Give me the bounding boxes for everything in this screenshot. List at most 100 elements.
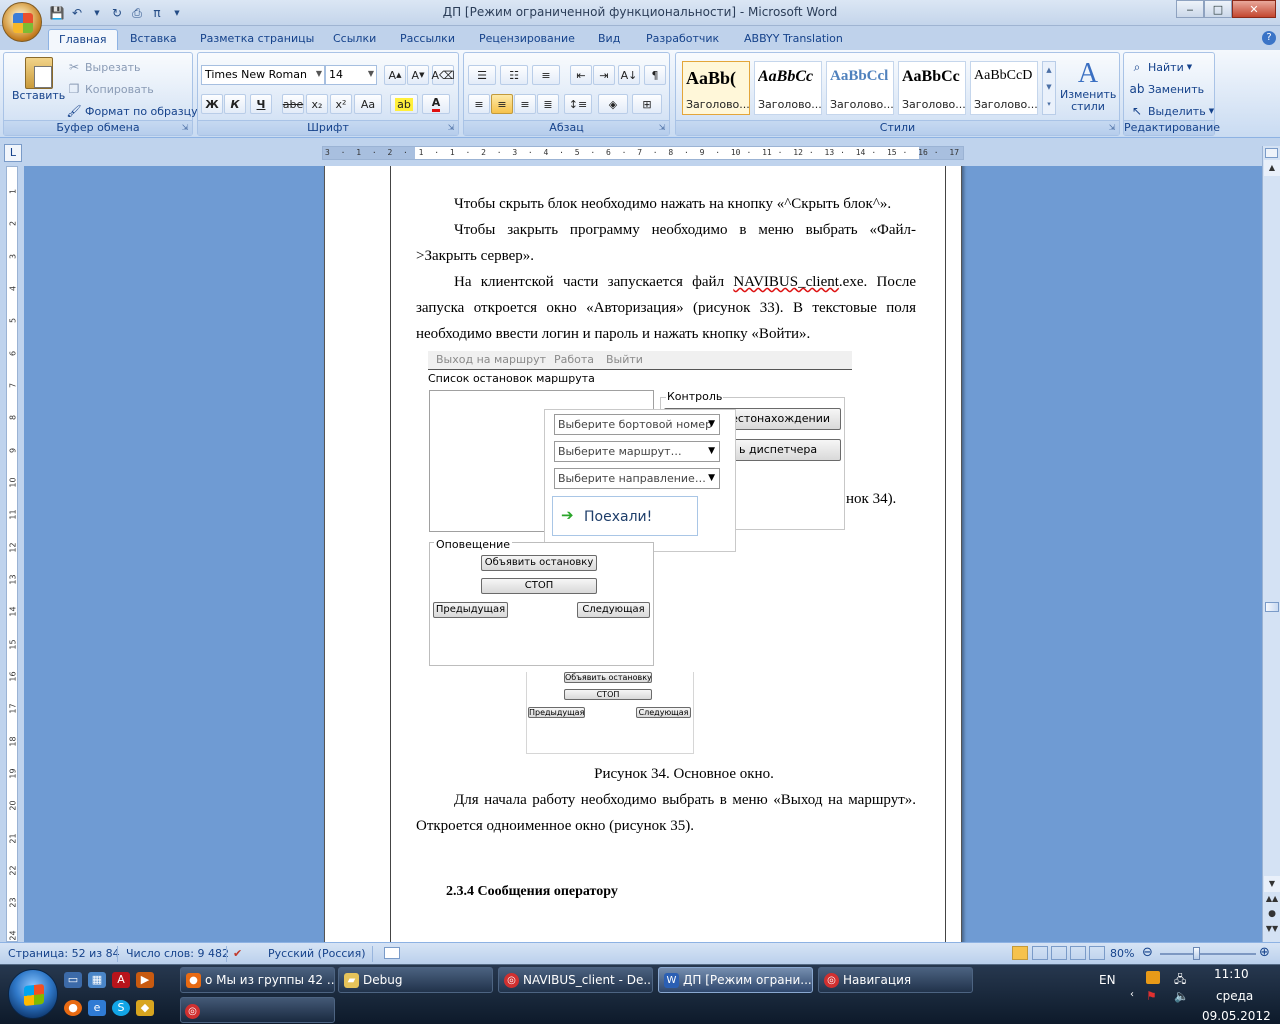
tab-page-layout[interactable]: Разметка страницы [190, 29, 324, 50]
subscript-button[interactable]: x₂ [306, 94, 328, 114]
tab-developer[interactable]: Разработчик [636, 29, 729, 50]
web-layout-icon[interactable] [1051, 946, 1067, 960]
word-count[interactable]: Число слов: 9 482 [126, 947, 229, 960]
vertical-ruler[interactable]: 1 2 3 4 5 6 7 8 9 10 11 12 13 14 15 16 17 18 19 20 21 22 23 24 [0, 166, 24, 942]
tab-view[interactable]: Вид [588, 29, 630, 50]
task-navigation[interactable]: ◎ Навигация [818, 967, 973, 993]
task-word-document[interactable]: W ДП [Режим ограни... [658, 967, 813, 993]
style-heading-5[interactable]: AaBbCcD Заголово... [970, 61, 1038, 115]
shading-button[interactable]: ◈ [598, 94, 628, 114]
style-heading-1[interactable]: AaBb( Заголово... [682, 61, 750, 115]
format-painter-button[interactable]: 🖌 Формат по образцу [66, 103, 197, 119]
tab-references[interactable]: Ссылки [323, 29, 386, 50]
change-case-button[interactable]: Aa [354, 94, 382, 114]
grow-font-button[interactable]: A ▲ [384, 65, 406, 85]
align-left-button[interactable]: ≡ [468, 94, 490, 114]
proofing-icon[interactable]: ✔ [233, 947, 242, 960]
skype-icon[interactable]: S [112, 1000, 130, 1016]
clock-day[interactable]: среда [1216, 989, 1253, 1003]
print-layout-view-icon[interactable] [1012, 946, 1028, 960]
line-spacing-button[interactable]: ↕≡ [564, 94, 592, 114]
tab-review[interactable]: Рецензирование [469, 29, 585, 50]
task-second-row[interactable]: ◎ [180, 997, 335, 1023]
help-icon[interactable]: ? [1262, 31, 1276, 45]
zoom-in-icon[interactable]: ⊕ [1259, 945, 1270, 960]
language-bar[interactable]: EN [1099, 973, 1116, 987]
replace-button[interactable]: ab Заменить [1129, 81, 1205, 97]
align-right-button[interactable]: ≡ [514, 94, 536, 114]
minimize-button[interactable]: ‒ [1176, 0, 1204, 18]
scroll-down-button[interactable]: ▼ [1264, 876, 1280, 892]
font-size-combo[interactable]: 14 ▼ [325, 65, 377, 85]
vertical-scrollbar[interactable]: ▲ ▼ ▲▲ ● ▼▼ [1262, 146, 1280, 942]
section-heading[interactable]: 2.3.4 Сообщения оператору [446, 879, 946, 905]
page-counter[interactable]: Страница: 52 из 84 [8, 947, 120, 960]
tab-mailings[interactable]: Рассылки [390, 29, 465, 50]
paragraph-1[interactable]: Чтобы скрыть блок необходимо нажать на к… [416, 191, 916, 217]
window-switch-icon[interactable]: ▦ [88, 972, 106, 988]
increase-indent-button[interactable]: ⇥ [593, 65, 615, 85]
superscript-button[interactable]: x² [330, 94, 352, 114]
sort-button[interactable]: A↓ [618, 65, 640, 85]
figure-caption[interactable]: Рисунок 34. Основное окно. [416, 761, 952, 787]
show-marks-button[interactable]: ¶ [644, 65, 666, 85]
tab-selector-button[interactable]: L [4, 144, 22, 162]
start-button[interactable] [8, 969, 58, 1019]
font-name-combo[interactable]: Times New Roman ▼ [201, 65, 325, 85]
tray-app-icon[interactable] [1146, 971, 1160, 984]
show-hidden-icons[interactable]: ‹ [1130, 989, 1134, 1000]
tab-home[interactable]: Главная [48, 29, 118, 50]
volume-icon[interactable]: 🔈 [1174, 989, 1189, 1003]
split-handle-icon[interactable] [1265, 148, 1278, 158]
maximize-button[interactable]: □ [1204, 0, 1232, 18]
zoom-level[interactable]: 80% [1110, 947, 1134, 960]
bullets-button[interactable]: ☰ [468, 65, 496, 85]
zoom-slider-thumb[interactable] [1193, 947, 1200, 960]
browse-object-icon[interactable]: ● [1264, 909, 1280, 923]
draft-view-icon[interactable] [1089, 946, 1105, 960]
clock-date[interactable]: 09.05.2012 [1202, 1009, 1271, 1023]
multilevel-list-button[interactable]: ≡ [532, 65, 560, 85]
close-button[interactable]: ✕ [1232, 0, 1276, 18]
paste-button[interactable]: Вставить [12, 57, 65, 102]
style-heading-2[interactable]: AaBbCc Заголово... [754, 61, 822, 115]
misspelled-word[interactable]: NAVIBUS_client [733, 274, 839, 290]
italic-button[interactable]: К [224, 94, 246, 114]
ie-icon[interactable]: e [88, 1000, 106, 1016]
dialog-launcher-icon[interactable]: ⇲ [657, 123, 667, 133]
scroll-up-button[interactable]: ▲ [1264, 160, 1280, 176]
office-button[interactable] [2, 2, 42, 42]
shrink-font-button[interactable]: A ▼ [407, 65, 429, 85]
justify-button[interactable]: ≣ [537, 94, 559, 114]
styles-scroll[interactable]: ▲ ▼ ▾ [1042, 61, 1056, 115]
language-indicator[interactable]: Русский (Россия) [268, 947, 366, 960]
paragraph-3[interactable]: На клиентской части запускается файл NAV… [416, 269, 916, 347]
paragraph-2[interactable]: Чтобы закрыть программу необходимо в мен… [416, 217, 916, 269]
change-styles-button[interactable]: A Изменить стили [1060, 59, 1116, 113]
paragraph-4[interactable]: Для начала работу необходимо выбрать в м… [416, 787, 916, 839]
full-screen-reading-icon[interactable] [1032, 946, 1048, 960]
align-center-button[interactable]: ≡ [491, 94, 513, 114]
task-navibus-client[interactable]: ◎ NAVIBUS_client - De... [498, 967, 653, 993]
firefox-icon[interactable]: ● [64, 1000, 82, 1016]
pdf-reader-icon[interactable]: A [112, 972, 130, 988]
action-center-icon[interactable]: ⚑ [1146, 989, 1157, 1003]
tab-abbyy-translation[interactable]: ABBYY Translation [734, 29, 853, 50]
macro-record-icon[interactable] [384, 947, 400, 959]
copy-button[interactable]: ❐ Копировать [66, 81, 154, 97]
style-heading-4[interactable]: AaBbCc Заголово... [898, 61, 966, 115]
underline-button[interactable]: Ч [250, 94, 272, 114]
dialog-launcher-icon[interactable]: ⇲ [446, 123, 456, 133]
show-desktop-icon[interactable]: ▭ [64, 972, 82, 988]
app-shortcut-icon[interactable]: ◆ [136, 1000, 154, 1016]
network-icon[interactable]: 🖧 [1174, 971, 1186, 990]
zoom-out-icon[interactable]: ⊖ [1142, 945, 1153, 960]
font-color-button[interactable]: A [422, 94, 450, 114]
bold-button[interactable]: Ж [201, 94, 223, 114]
dialog-launcher-icon[interactable]: ⇲ [1107, 123, 1117, 133]
clear-formatting-button[interactable]: A⌫ [431, 65, 455, 85]
previous-page-icon[interactable]: ▲▲ [1264, 894, 1280, 908]
task-debug-folder[interactable]: ▰ Debug [338, 967, 493, 993]
style-heading-3[interactable]: AaBbCcl Заголово... [826, 61, 894, 115]
task-firefox[interactable]: ● о Мы из группы 42 ... [180, 967, 335, 993]
